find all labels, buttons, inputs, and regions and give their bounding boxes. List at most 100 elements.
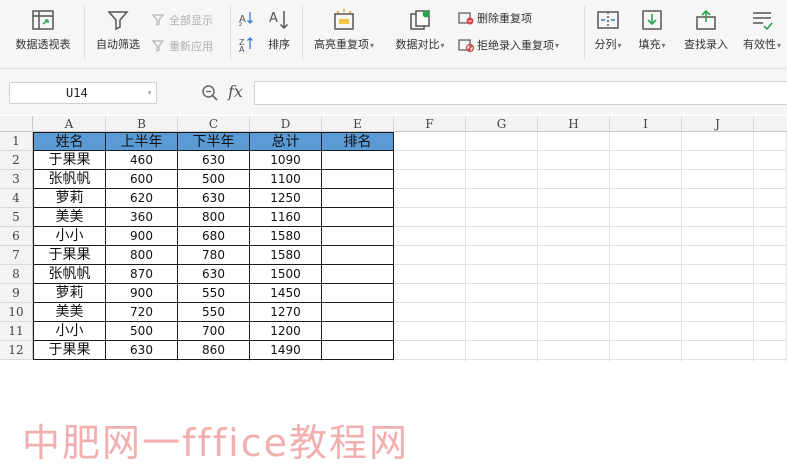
column-header-c[interactable]: C	[178, 116, 250, 132]
table-cell[interactable]: 1270	[250, 303, 322, 322]
row-header-12[interactable]: 12	[0, 341, 33, 360]
show-all-button[interactable]: 全部显示	[152, 12, 213, 28]
table-cell[interactable]: 700	[178, 322, 250, 341]
column-header-i[interactable]: I	[610, 116, 682, 132]
table-cell[interactable]: 张帆帆	[33, 265, 106, 284]
table-cell[interactable]: 630	[106, 341, 178, 360]
table-cell[interactable]	[322, 151, 394, 170]
row-header-5[interactable]: 5	[0, 208, 33, 227]
table-cell[interactable]: 550	[178, 284, 250, 303]
row-header-4[interactable]: 4	[0, 189, 33, 208]
column-header-h[interactable]: H	[538, 116, 610, 132]
autofilter-button[interactable]: 自动筛选	[90, 8, 146, 52]
table-cell[interactable]	[322, 303, 394, 322]
table-cell[interactable]: 1090	[250, 151, 322, 170]
table-cell[interactable]: 1450	[250, 284, 322, 303]
row-header-2[interactable]: 2	[0, 151, 33, 170]
select-all-corner[interactable]	[0, 116, 33, 132]
sort-descending-button[interactable]: Z A	[238, 36, 257, 52]
column-header-a[interactable]: A	[33, 116, 106, 132]
table-cell[interactable]: 720	[106, 303, 178, 322]
table-cell[interactable]: 小小	[33, 322, 106, 341]
name-box-dropdown-icon[interactable]: ▾	[91, 83, 152, 103]
column-header-partial[interactable]	[754, 116, 787, 132]
table-cell[interactable]: 360	[106, 208, 178, 227]
column-header-g[interactable]: G	[466, 116, 538, 132]
data-validity-button[interactable]: 有效性▾	[738, 8, 786, 52]
reapply-button[interactable]: 重新应用	[152, 38, 213, 54]
fill-button[interactable]: 填充▾	[632, 8, 672, 52]
table-cell[interactable]: 1250	[250, 189, 322, 208]
table-cell[interactable]: 于果果	[33, 246, 106, 265]
table-header-cell[interactable]: 下半年	[178, 132, 250, 151]
table-cell[interactable]: 860	[178, 341, 250, 360]
table-cell[interactable]	[322, 170, 394, 189]
delete-duplicates-button[interactable]: 删除重复项	[458, 10, 532, 26]
name-box[interactable]: U14 ▾	[9, 82, 157, 104]
table-cell[interactable]: 萝莉	[33, 284, 106, 303]
table-cell[interactable]: 900	[106, 227, 178, 246]
row-header-7[interactable]: 7	[0, 246, 33, 265]
table-cell[interactable]	[322, 189, 394, 208]
table-cell[interactable]: 1490	[250, 341, 322, 360]
table-cell[interactable]: 800	[106, 246, 178, 265]
table-cell[interactable]: 小小	[33, 227, 106, 246]
row-header-9[interactable]: 9	[0, 284, 33, 303]
reject-duplicate-entry-button[interactable]: 拒绝录入重复项 ▾	[458, 37, 559, 53]
table-cell[interactable]: 1580	[250, 246, 322, 265]
table-cell[interactable]: 1160	[250, 208, 322, 227]
row-header-1[interactable]: 1	[0, 132, 33, 151]
sort-ascending-button[interactable]: A z	[238, 10, 257, 26]
table-cell[interactable]: 620	[106, 189, 178, 208]
table-header-cell[interactable]: 上半年	[106, 132, 178, 151]
spreadsheet-grid[interactable]: ABCDEFGHIJ 1 2 3 4 5 6 7 8 9 10 11 12 姓名 上半年 下半年 总计 排名于…	[0, 116, 787, 465]
formula-input[interactable]	[254, 81, 787, 105]
table-cell[interactable]: 于果果	[33, 151, 106, 170]
table-cell[interactable]	[322, 227, 394, 246]
row-header-8[interactable]: 8	[0, 265, 33, 284]
data-compare-button[interactable]: 数据对比▾	[388, 8, 452, 52]
row-header-3[interactable]: 3	[0, 170, 33, 189]
row-header-6[interactable]: 6	[0, 227, 33, 246]
table-cell[interactable]: 680	[178, 227, 250, 246]
table-cell[interactable]: 600	[106, 170, 178, 189]
table-cell[interactable]: 500	[106, 322, 178, 341]
sort-button[interactable]: A 排序	[262, 8, 296, 52]
table-cell[interactable]: 630	[178, 265, 250, 284]
find-entry-button[interactable]: 查找录入	[678, 8, 734, 52]
row-header-11[interactable]: 11	[0, 322, 33, 341]
table-cell[interactable]: 萝莉	[33, 189, 106, 208]
pivot-table-button[interactable]: 数据透视表	[8, 8, 78, 52]
table-cell[interactable]: 1580	[250, 227, 322, 246]
text-to-columns-button[interactable]: 分列▾	[588, 8, 628, 52]
table-cell[interactable]: 1200	[250, 322, 322, 341]
table-cell[interactable]: 550	[178, 303, 250, 322]
table-header-cell[interactable]: 排名	[322, 132, 394, 151]
table-cell[interactable]: 1500	[250, 265, 322, 284]
table-cell[interactable]: 美美	[33, 303, 106, 322]
column-header-j[interactable]: J	[682, 116, 754, 132]
table-cell[interactable]	[322, 341, 394, 360]
table-cell[interactable]	[322, 208, 394, 227]
table-cell[interactable]: 500	[178, 170, 250, 189]
table-cell[interactable]: 张帆帆	[33, 170, 106, 189]
table-cell[interactable]: 800	[178, 208, 250, 227]
table-cell[interactable]: 460	[106, 151, 178, 170]
table-cell[interactable]: 于果果	[33, 341, 106, 360]
table-cell[interactable]: 1100	[250, 170, 322, 189]
table-cell[interactable]: 780	[178, 246, 250, 265]
zoom-search-icon[interactable]	[201, 84, 219, 102]
column-header-e[interactable]: E	[322, 116, 394, 132]
table-cell[interactable]: 630	[178, 151, 250, 170]
row-header-10[interactable]: 10	[0, 303, 33, 322]
table-cell[interactable]	[322, 265, 394, 284]
column-header-f[interactable]: F	[394, 116, 466, 132]
table-cell[interactable]	[322, 322, 394, 341]
table-header-cell[interactable]: 总计	[250, 132, 322, 151]
table-cell[interactable]: 美美	[33, 208, 106, 227]
table-cell[interactable]: 900	[106, 284, 178, 303]
table-cell[interactable]: 870	[106, 265, 178, 284]
table-cell[interactable]	[322, 246, 394, 265]
highlight-duplicates-button[interactable]: 高亮重复项▾	[306, 8, 382, 52]
column-header-d[interactable]: D	[250, 116, 322, 132]
